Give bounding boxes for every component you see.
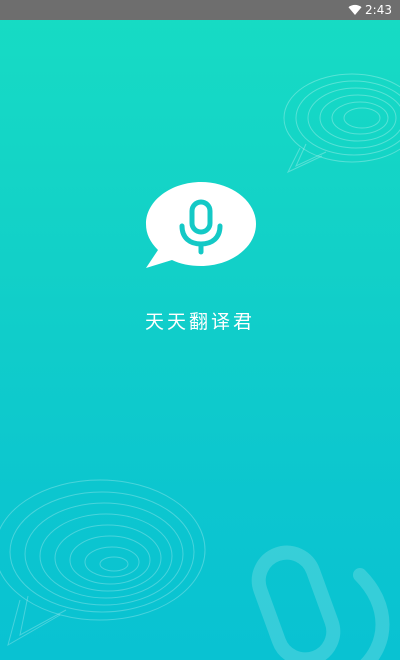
decorative-ripple-bubble-bottom-left xyxy=(0,479,206,647)
splash-screen: 2:43 天天翻译君 xyxy=(0,0,400,660)
app-title: 天天翻译君 xyxy=(144,311,255,333)
status-time: 2:43 xyxy=(365,3,392,17)
decorative-microphone-outline xyxy=(251,545,390,660)
speech-bubble-microphone-icon xyxy=(146,182,256,268)
decorative-ripple-bubble-top-right xyxy=(283,73,400,174)
wifi-icon xyxy=(348,4,362,15)
status-bar: 2:43 xyxy=(0,0,400,20)
